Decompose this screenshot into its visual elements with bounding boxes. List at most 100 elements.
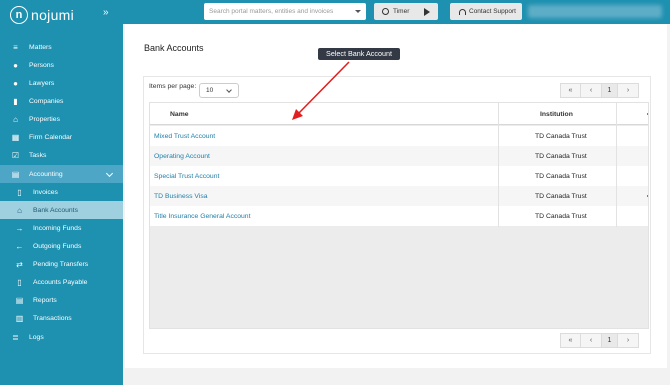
- sidebar-item-invoices[interactable]: ▯ Invoices: [0, 183, 123, 201]
- account-name-link[interactable]: TD Business Visa: [154, 193, 208, 200]
- app-logo[interactable]: n nojumi: [10, 6, 74, 24]
- next-page-button[interactable]: ›: [617, 333, 639, 348]
- sidebar: ≡ Matters ● Persons ● Lawyers ▮ Companie…: [0, 24, 123, 385]
- table-row[interactable]: Special Trust Account TD Canada Trust: [150, 166, 648, 186]
- row-menu-icon[interactable]: [647, 113, 648, 115]
- sidebar-item-label: Firm Calendar: [29, 133, 73, 141]
- contact-support-button[interactable]: Contact Support: [450, 3, 522, 20]
- row-menu-icon[interactable]: [647, 195, 648, 197]
- person-icon: ●: [13, 78, 18, 88]
- sidebar-item-label: Companies: [29, 97, 64, 105]
- collapse-sidebar-icon[interactable]: »: [103, 8, 109, 18]
- clock-icon: [382, 8, 389, 15]
- calendar-icon: ▦: [11, 132, 20, 142]
- arrow-right-icon: →: [15, 223, 24, 233]
- next-page-button[interactable]: ›: [617, 83, 639, 98]
- column-header-name[interactable]: Name: [170, 111, 189, 118]
- chevron-down-icon: [105, 169, 114, 178]
- people-icon: ●: [13, 60, 18, 70]
- building-icon: ▮: [13, 96, 18, 106]
- sidebar-item-transactions[interactable]: ▥ Transactions: [0, 309, 123, 327]
- search-input[interactable]: Search portal matters, entities and invo…: [204, 3, 366, 20]
- annotation-tooltip: Select Bank Account: [318, 48, 400, 60]
- prev-page-button[interactable]: ‹: [580, 83, 602, 98]
- institution-cell: TD Canada Trust: [535, 153, 587, 160]
- logs-icon: ≣: [12, 332, 19, 342]
- items-per-page-label: Items per page:: [149, 83, 197, 90]
- sidebar-item-label: Properties: [29, 115, 60, 123]
- first-page-button[interactable]: «: [560, 333, 581, 348]
- checkbox-icon: ☑: [11, 150, 20, 160]
- sidebar-item-logs[interactable]: ≣ Logs: [0, 328, 123, 346]
- current-page-button[interactable]: 1: [601, 333, 618, 348]
- sidebar-item-label: Invoices: [33, 188, 58, 196]
- bank-icon: ⌂: [17, 205, 22, 215]
- sidebar-item-label: Logs: [29, 333, 44, 341]
- table-row[interactable]: TD Business Visa TD Canada Trust: [150, 186, 648, 206]
- layers-icon: ≡: [13, 42, 18, 52]
- transfer-icon: ⇄: [16, 259, 23, 269]
- sidebar-item-companies[interactable]: ▮ Companies: [0, 92, 123, 110]
- sidebar-item-label: Pending Transfers: [33, 260, 89, 268]
- items-per-page-select[interactable]: 10: [199, 83, 239, 98]
- sidebar-item-incoming-funds[interactable]: → Incoming Funds: [0, 219, 123, 237]
- sidebar-item-label: Transactions: [33, 314, 72, 322]
- sidebar-item-accounts-payable[interactable]: ▯ Accounts Payable: [0, 273, 123, 291]
- sidebar-item-pending-transfers[interactable]: ⇄ Pending Transfers: [0, 255, 123, 273]
- pagination-bottom: « ‹ 1 ›: [560, 333, 639, 348]
- sidebar-item-label: Outgoing Funds: [33, 242, 82, 250]
- home-icon: ⌂: [13, 114, 18, 124]
- report-icon: ▤: [15, 295, 24, 305]
- sidebar-item-properties[interactable]: ⌂ Properties: [0, 110, 123, 128]
- play-icon[interactable]: [424, 7, 431, 16]
- first-page-button[interactable]: «: [560, 83, 581, 98]
- column-divider: [616, 103, 617, 227]
- prev-page-button[interactable]: ‹: [580, 333, 602, 348]
- institution-cell: TD Canada Trust: [535, 133, 587, 140]
- column-header-institution[interactable]: Institution: [540, 111, 573, 118]
- sidebar-item-reports[interactable]: ▤ Reports: [0, 291, 123, 309]
- sidebar-item-label: Bank Accounts: [33, 206, 78, 214]
- institution-cell: TD Canada Trust: [535, 173, 587, 180]
- arrow-left-icon: ←: [15, 241, 24, 251]
- search-placeholder: Search portal matters, entities and invo…: [209, 8, 334, 15]
- table-row[interactable]: Operating Account TD Canada Trust: [150, 146, 648, 166]
- headset-icon: [459, 8, 466, 15]
- account-name-link[interactable]: Operating Account: [154, 153, 210, 160]
- institution-cell: TD Canada Trust: [535, 213, 587, 220]
- document-icon: ▯: [17, 277, 22, 287]
- institution-cell: TD Canada Trust: [535, 193, 587, 200]
- sidebar-item-persons[interactable]: ● Persons: [0, 56, 123, 74]
- sidebar-item-label: Persons: [29, 61, 54, 69]
- logo-mark: n: [10, 6, 28, 24]
- sidebar-item-accounting[interactable]: ▤ Accounting: [0, 165, 123, 183]
- sidebar-item-outgoing-funds[interactable]: ← Outgoing Funds: [0, 237, 123, 255]
- column-divider: [498, 103, 499, 227]
- account-name-link[interactable]: Special Trust Account: [154, 173, 219, 180]
- pagination-top: « ‹ 1 ›: [560, 83, 639, 98]
- sidebar-item-matters[interactable]: ≡ Matters: [0, 38, 123, 56]
- current-page-button[interactable]: 1: [601, 83, 618, 98]
- sidebar-item-label: Incoming Funds: [33, 224, 82, 232]
- chevron-down-icon: [226, 86, 232, 93]
- user-profile-menu[interactable]: [528, 5, 662, 18]
- logo-text: nojumi: [31, 7, 75, 23]
- sidebar-item-label: Lawyers: [29, 79, 55, 87]
- sidebar-item-firm-calendar[interactable]: ▦ Firm Calendar: [0, 128, 123, 146]
- chevron-down-icon[interactable]: [355, 10, 361, 13]
- timer-button[interactable]: Timer: [374, 3, 438, 20]
- account-name-link[interactable]: Mixed Trust Account: [154, 133, 215, 140]
- bank-accounts-table: Name Institution Mixed Trust Account TD …: [149, 102, 649, 329]
- account-name-link[interactable]: Title Insurance General Account: [154, 213, 250, 220]
- timer-label: Timer: [393, 8, 410, 15]
- items-per-page-value: 10: [206, 87, 214, 94]
- document-icon: ▯: [17, 187, 22, 197]
- sidebar-item-bank-accounts[interactable]: ⌂ Bank Accounts: [0, 201, 123, 219]
- table-row[interactable]: Title Insurance General Account TD Canad…: [150, 206, 648, 226]
- sidebar-item-tasks[interactable]: ☑ Tasks: [0, 146, 123, 164]
- sidebar-item-label: Reports: [33, 296, 57, 304]
- table-row[interactable]: Mixed Trust Account TD Canada Trust: [150, 126, 648, 146]
- sidebar-item-lawyers[interactable]: ● Lawyers: [0, 74, 123, 92]
- contact-support-label: Contact Support: [469, 8, 516, 15]
- ledger-icon: ▤: [11, 169, 20, 179]
